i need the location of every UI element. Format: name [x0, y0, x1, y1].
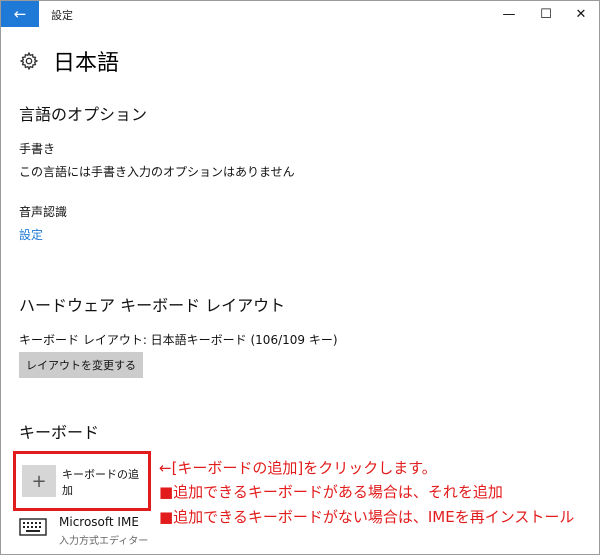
arrow-left-icon: ←	[13, 5, 27, 23]
language-options-heading: 言語のオプション	[19, 105, 148, 124]
minimize-icon: —	[502, 6, 516, 22]
page-title: 日本語	[53, 51, 120, 76]
keyboard-layout-text: キーボード レイアウト: 日本語キーボード (106/109 キー)	[19, 333, 338, 347]
add-keyboard-label: キーボードの追加	[62, 468, 139, 497]
change-layout-label: レイアウトを変更する	[26, 359, 136, 372]
page-header: 日本語	[19, 45, 119, 77]
maximize-button[interactable]: ☐	[534, 5, 558, 23]
handwriting-label: 手書き	[19, 142, 56, 156]
annotation-line-3: ■追加できるキーボードがない場合は、IMEを再インストール	[159, 508, 575, 526]
hardware-layout-heading: ハードウェア キーボード レイアウト	[19, 296, 286, 315]
title-bar: ← 設定 — ☐ ✕	[1, 1, 599, 31]
plus-icon: +	[22, 465, 56, 497]
ime-subtitle: 入力方式エディター	[59, 536, 149, 547]
handwriting-note: この言語には手書き入力のオプションはありません	[19, 165, 295, 179]
keyboard-heading: キーボード	[19, 423, 100, 442]
change-layout-button[interactable]: レイアウトを変更する	[19, 352, 143, 378]
window-title: 設定	[51, 9, 73, 22]
maximize-icon: ☐	[540, 6, 552, 22]
settings-window: ← 設定 — ☐ ✕ 日本語 言語のオプション 手書き この言語には手書き入力の…	[0, 0, 600, 555]
minimize-button[interactable]: —	[497, 5, 521, 23]
add-keyboard-button[interactable]: + キーボードの追加	[13, 451, 151, 511]
back-button[interactable]: ←	[1, 1, 39, 27]
annotation-line-1: ←[キーボードの追加]をクリックします。	[159, 459, 437, 477]
speech-settings-link[interactable]: 設定	[19, 226, 43, 243]
speech-label: 音声認識	[19, 205, 68, 219]
keyboard-icon	[19, 518, 47, 536]
gear-icon	[19, 51, 39, 71]
close-icon: ✕	[575, 6, 587, 22]
annotation-line-2: ■追加できるキーボードがある場合は、それを追加	[159, 483, 503, 501]
ime-name: Microsoft IME	[59, 515, 139, 529]
close-button[interactable]: ✕	[569, 5, 593, 23]
